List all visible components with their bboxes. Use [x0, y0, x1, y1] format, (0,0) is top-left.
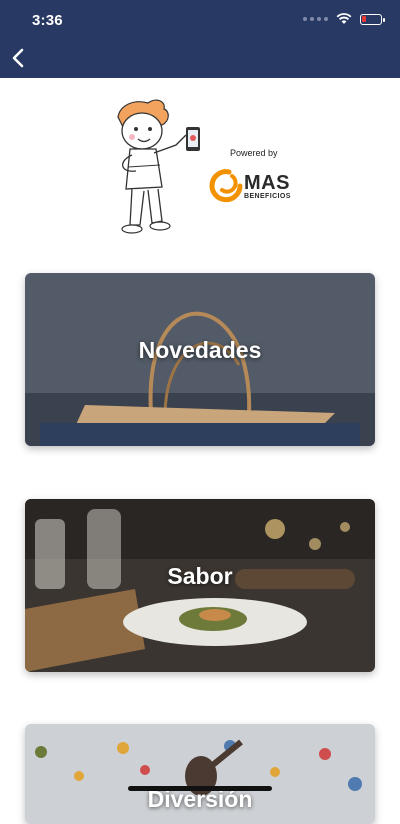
status-time: 3:36 [32, 12, 63, 29]
home-indicator[interactable] [128, 786, 272, 791]
app-header: 3:36 [0, 0, 400, 78]
battery-icon [360, 13, 385, 25]
chevron-left-icon [12, 48, 24, 68]
category-card-diversion[interactable]: Diversión [25, 724, 375, 824]
brand-subtitle: BENEFICIOS [244, 193, 291, 200]
category-card-novedades[interactable]: Novedades [25, 273, 375, 446]
wifi-icon [336, 13, 352, 24]
category-card-sabor[interactable]: Sabor [25, 499, 375, 672]
back-button[interactable] [6, 44, 30, 72]
category-label: Sabor [167, 563, 233, 589]
powered-by-label: Powered by [230, 148, 278, 158]
category-label: Novedades [138, 337, 262, 363]
brand-name: MAS [244, 172, 290, 194]
status-icons [303, 13, 385, 25]
signal-icon [303, 17, 328, 21]
